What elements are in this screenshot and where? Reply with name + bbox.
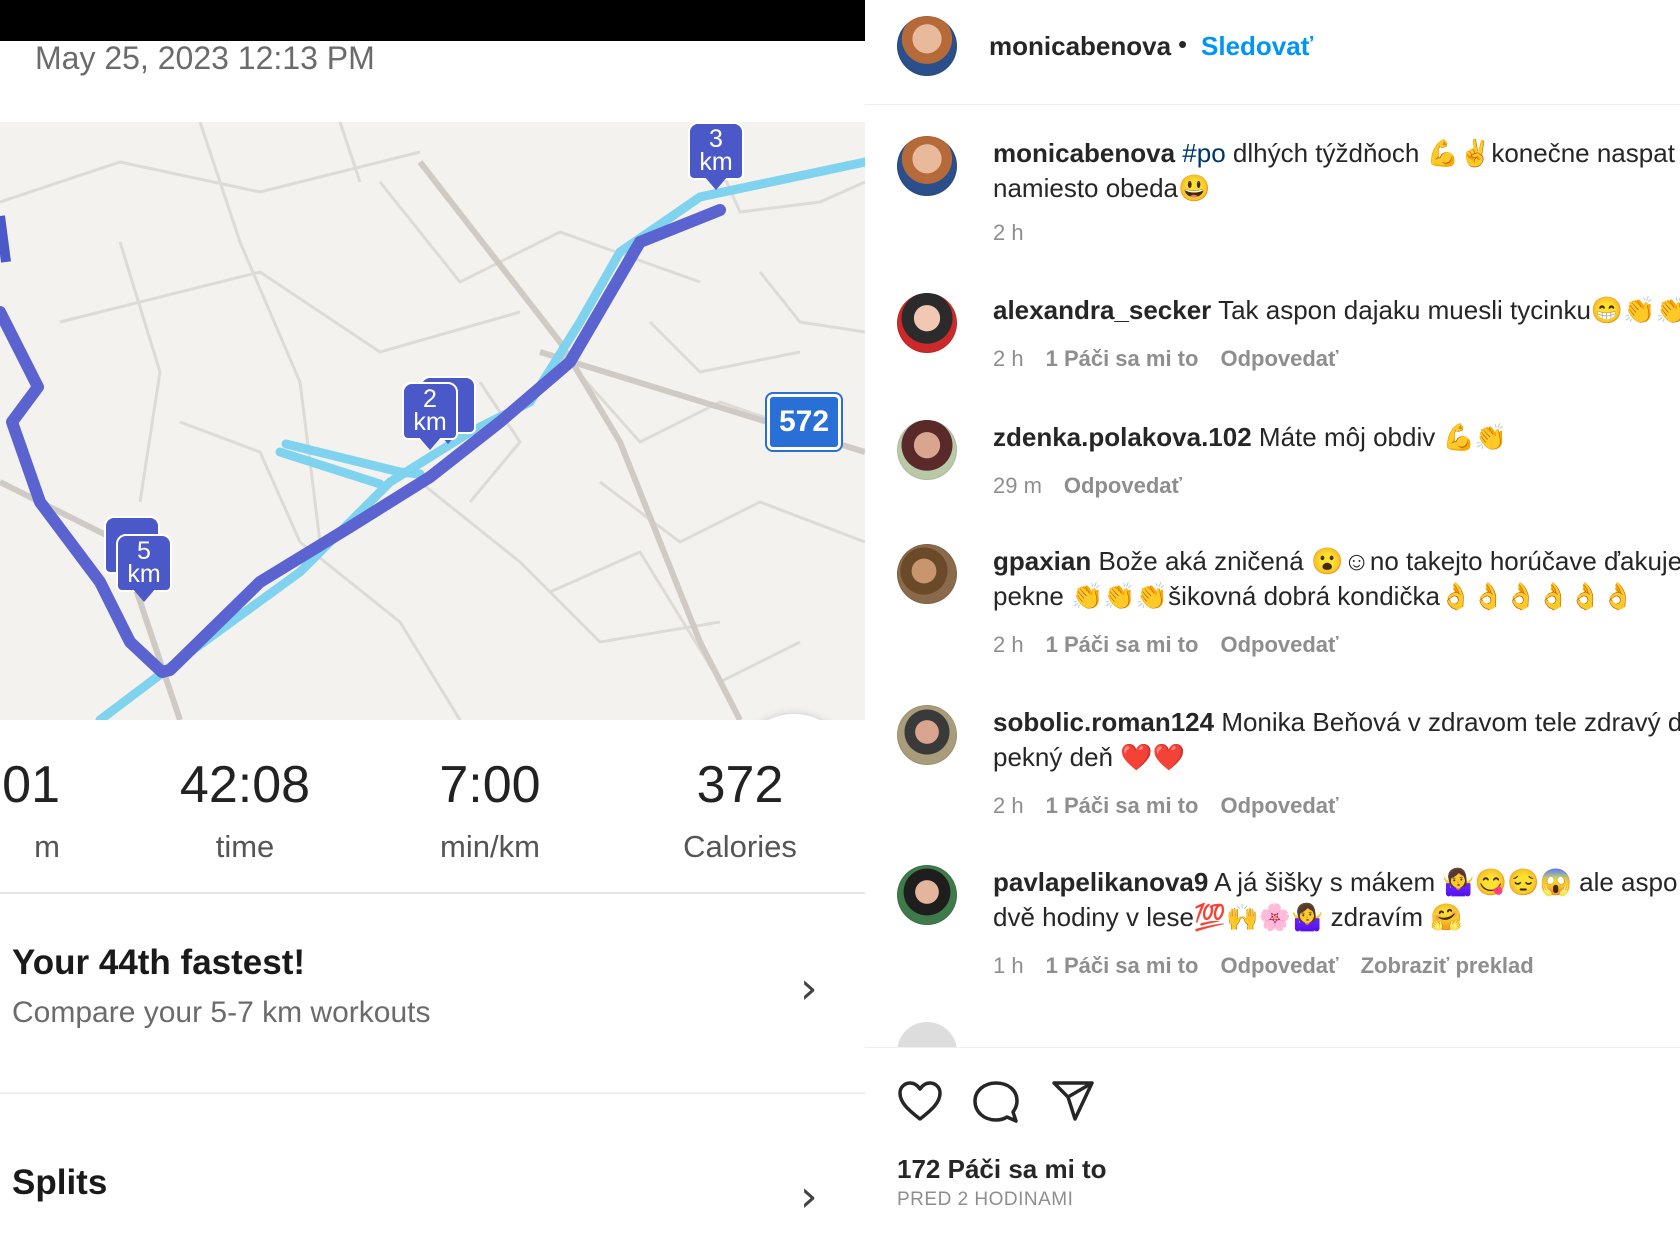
splits-title: Splits [12, 1163, 108, 1202]
avatar[interactable] [897, 16, 957, 76]
instagram-panel: monicabenova • Sledovať monicabenova #po… [865, 0, 1680, 1260]
likes-count[interactable]: 172 Páči sa mi to [897, 1154, 1107, 1185]
comment-text: Tak aspon dajaku muesli tycinku😁👏👏 [1218, 295, 1680, 325]
header-username[interactable]: monicabenova [989, 31, 1171, 62]
comment-username[interactable]: pavlapelikanova9 [993, 867, 1208, 897]
workout-panel: May 25, 2023 12:13 PM 3 km 2 km 5 km 572… [0, 0, 865, 1260]
comment-username[interactable]: gpaxian [993, 546, 1091, 576]
comment-time: 2 h [993, 346, 1024, 371]
avatar[interactable] [897, 544, 957, 604]
comment-likes[interactable]: 1 Páči sa mi to [1046, 632, 1199, 657]
comment-text: Bože aká zničená 😮☺no takejto horúčave ď… [1098, 546, 1680, 576]
post-timestamp: PRED 2 HODINAMI [897, 1189, 1074, 1210]
comment-username[interactable]: sobolic.roman124 [993, 707, 1214, 737]
comment-likes[interactable]: 1 Páči sa mi to [1046, 793, 1199, 818]
comment-likes[interactable]: 1 Páči sa mi to [1046, 346, 1199, 371]
avatar[interactable] [897, 705, 957, 765]
avatar[interactable] [897, 136, 957, 196]
share-icon[interactable] [1051, 1080, 1095, 1122]
comment-time: 2 h [993, 632, 1024, 657]
caption-username[interactable]: monicabenova [993, 138, 1175, 168]
route-map[interactable]: 3km 2km 5km 572 os [0, 122, 865, 720]
comment-text-line2: pekne 👏👏👏šikovná dobrá kondička👌👌👌👌👌👌 [993, 581, 1635, 611]
stat-time: 42:08 time [179, 756, 311, 864]
post-actions: 172 Páči sa mi to PRED 2 HODINAMI [865, 1047, 1680, 1260]
km-marker-5[interactable]: 5 km [116, 534, 176, 608]
comment-text-line2: pekný deň ❤️❤️ [993, 742, 1185, 772]
fastest-title: Your 44th fastest! [12, 943, 306, 982]
chevron-right-icon: › [800, 1171, 818, 1222]
comment-time: 1 h [993, 953, 1024, 978]
comment-text: A já šišky s mákem 🤷‍♀️😋😔😱 ale aspo [1214, 867, 1678, 897]
comment-time: 2 h [993, 793, 1024, 818]
stat-pace: 7:00 min/km [439, 756, 541, 864]
comment-text: Monika Beňová v zdravom tele zdravý d [1221, 707, 1680, 737]
comment-likes[interactable]: 1 Páči sa mi to [1046, 953, 1199, 978]
header-dot: • [1178, 29, 1188, 59]
caption-time: 2 h [993, 220, 1024, 245]
km-marker-3[interactable]: 3 km [688, 122, 748, 196]
status-bar [0, 0, 865, 41]
comment-text: Máte môj obdiv 💪👏 [1258, 422, 1508, 452]
post-header: monicabenova • Sledovať [865, 0, 1680, 105]
stat-distance: 01 m [2, 756, 60, 864]
reply-button[interactable]: Odpovedať [1220, 793, 1338, 818]
splits-row[interactable]: Splits › [0, 1093, 865, 1260]
avatar[interactable] [897, 420, 957, 480]
comment-time: 29 m [993, 473, 1042, 498]
fastest-rank-row[interactable]: Your 44th fastest! Compare your 5-7 km w… [0, 893, 865, 1093]
follow-button[interactable]: Sledovať [1201, 31, 1313, 62]
translate-button[interactable]: Zobraziť preklad [1361, 953, 1534, 978]
avatar[interactable] [897, 865, 957, 925]
stat-calories: 372 Calories [683, 756, 797, 864]
caption-text-line2: namiesto obeda😃 [993, 173, 1211, 203]
avatar[interactable] [897, 293, 957, 353]
avatar-partial [897, 1022, 957, 1047]
comment-username[interactable]: alexandra_secker [993, 295, 1211, 325]
hashtag-link[interactable]: #po [1182, 138, 1225, 168]
reply-button[interactable]: Odpovedať [1220, 632, 1338, 657]
chevron-right-icon: › [800, 963, 818, 1014]
fastest-subtitle: Compare your 5-7 km workouts [12, 996, 431, 1029]
reply-button[interactable]: Odpovedať [1064, 473, 1182, 498]
comment-username[interactable]: zdenka.polakova.102 [993, 422, 1252, 452]
road-shield-572: 572 [765, 392, 843, 452]
comment-text-line2: dvě hodiny v lese💯🙌🌸🤷‍♀️ zdravím 🤗 [993, 902, 1463, 932]
comment-icon[interactable] [973, 1080, 1019, 1124]
km-marker-2[interactable]: 2 km [402, 382, 462, 456]
workout-date: May 25, 2023 12:13 PM [35, 40, 375, 76]
caption-text-line1: dlhých týždňoch 💪✌️konečne naspat [1225, 138, 1675, 168]
reply-button[interactable]: Odpovedať [1220, 346, 1338, 371]
heart-icon[interactable] [897, 1080, 943, 1122]
reply-button[interactable]: Odpovedať [1220, 953, 1338, 978]
